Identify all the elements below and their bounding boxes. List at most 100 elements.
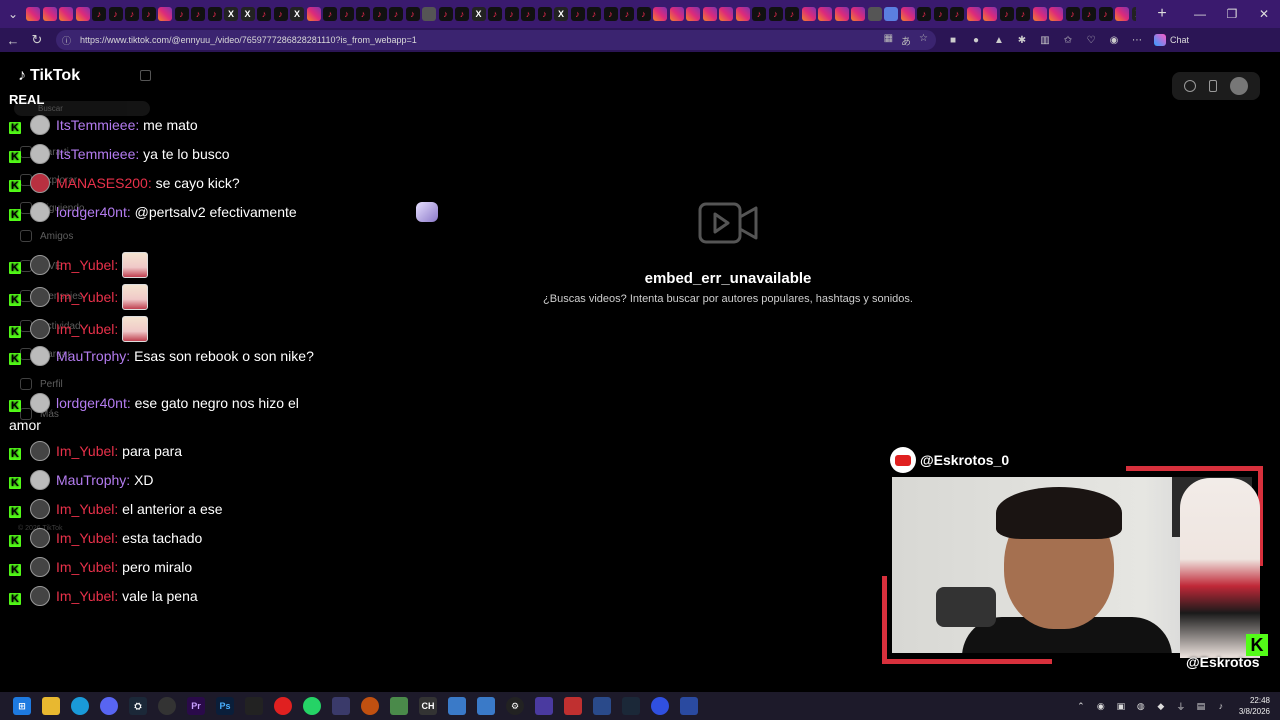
browser-tab-tiktok-icon[interactable]: ♪ — [191, 7, 205, 21]
tiktok-logo[interactable]: ♪ TikTok — [18, 67, 80, 85]
extension-icon[interactable]: ● — [969, 33, 983, 47]
browser-tab-instagram-icon[interactable] — [818, 7, 832, 21]
browser-tab-generic-icon[interactable] — [884, 7, 898, 21]
extension-icon[interactable]: ▲ — [992, 33, 1006, 47]
browser-tab-tiktok-icon[interactable]: ♪ — [339, 7, 354, 21]
browser-tab-x-icon[interactable]: X — [554, 7, 568, 21]
browser-tab-tiktok-icon[interactable]: ♪ — [356, 7, 370, 21]
browser-tab-tiktok-icon[interactable]: ♪ — [108, 7, 123, 21]
browser-tab-tiktok-icon[interactable]: ♪ — [125, 7, 139, 21]
browser-tab-tiktok-icon[interactable]: ♪ — [438, 7, 453, 21]
app-icon[interactable] — [361, 697, 379, 715]
browser-tab-tiktok-icon[interactable]: ♪ — [455, 7, 469, 21]
refresh-icon[interactable]: ↻ — [26, 28, 48, 52]
browser-tab-x-icon[interactable]: X — [471, 7, 486, 21]
tray-app-icon[interactable]: ▣ — [1115, 700, 1127, 712]
browser-tab-tiktok-icon[interactable]: ♪ — [273, 7, 288, 21]
browser-tab-instagram-icon[interactable] — [966, 7, 981, 21]
browser-tab-tiktok-icon[interactable]: ♪ — [405, 7, 420, 21]
browser-tab-tiktok-icon[interactable]: ♪ — [999, 7, 1014, 21]
minimize-icon[interactable]: — — [1184, 0, 1216, 28]
browser-tab-tiktok-icon[interactable]: ♪ — [917, 7, 931, 21]
whatsapp-icon[interactable] — [303, 697, 321, 715]
collections-icon[interactable]: ♡ — [1084, 33, 1098, 47]
notepad-icon[interactable] — [477, 697, 495, 715]
browser-tab-instagram-icon[interactable] — [983, 7, 997, 21]
edge-browser-icon[interactable] — [71, 697, 89, 715]
browser-tab-instagram-icon[interactable] — [669, 7, 684, 21]
browser-tab-generic-icon[interactable] — [422, 7, 436, 21]
profile-avatar[interactable]: ◉ — [1107, 33, 1121, 47]
browser-tab-tiktok-icon[interactable]: ♪ — [537, 7, 552, 21]
clock[interactable]: 22:48 3/8/2026 — [1239, 695, 1270, 717]
browser-tab-tiktok-icon[interactable]: ♪ — [174, 7, 189, 21]
translate-icon[interactable]: あ — [901, 33, 911, 48]
favorites-icon[interactable]: ✩ — [1061, 33, 1075, 47]
browser-tab-tiktok-icon[interactable]: ♪ — [207, 7, 222, 21]
browser-tab-instagram-icon[interactable] — [306, 7, 321, 21]
browser-tab-tiktok-icon[interactable]: ♪ — [389, 7, 403, 21]
browser-tab-instagram-icon[interactable] — [1032, 7, 1047, 21]
photoshop-icon[interactable]: Ps — [216, 697, 234, 715]
browser-tab-instagram-icon[interactable] — [900, 7, 915, 21]
browser-tab-tiktok-icon[interactable]: ♪ — [1082, 7, 1096, 21]
browser-tab-instagram-icon[interactable] — [686, 7, 700, 21]
steam-tray-icon[interactable]: ◆ — [1155, 700, 1167, 712]
device-icon[interactable] — [1208, 80, 1217, 92]
browser-tab-tiktok-icon[interactable]: ♪ — [785, 7, 799, 21]
browser-tab-instagram-icon[interactable] — [702, 7, 717, 21]
browser-tab-instagram-icon[interactable] — [735, 7, 750, 21]
browser-tab-tiktok-icon[interactable]: ♪ — [372, 7, 387, 21]
file-explorer-icon[interactable] — [42, 697, 60, 715]
microphone-tray-icon[interactable]: ⏚ — [1175, 700, 1187, 712]
browser-tab-instagram-icon[interactable] — [59, 7, 73, 21]
browser-tab-instagram-icon[interactable] — [1115, 7, 1129, 21]
discord-tray-icon[interactable]: ◍ — [1135, 700, 1147, 712]
browser-tab-instagram-icon[interactable] — [801, 7, 816, 21]
browser-tab-instagram-icon[interactable] — [719, 7, 733, 21]
app-icon[interactable] — [651, 697, 669, 715]
browser-tab-tiktok-icon[interactable]: ♪ — [323, 7, 337, 21]
browser-tab-tiktok-icon[interactable]: ♪ — [521, 7, 535, 21]
collapse-sidebar-icon[interactable] — [140, 70, 151, 81]
browser-tab-instagram-icon[interactable] — [1049, 7, 1063, 21]
app-icon[interactable] — [448, 697, 466, 715]
browser-tab-tiktok-icon[interactable]: ♪ — [257, 7, 271, 21]
browser-tab-tiktok-icon[interactable]: ♪ — [620, 7, 634, 21]
browser-tab-tiktok-icon[interactable]: ♪ — [933, 7, 948, 21]
browser-tab-instagram-icon[interactable] — [851, 7, 865, 21]
obs-icon[interactable] — [158, 697, 176, 715]
favorite-star-icon[interactable]: ☆ — [919, 33, 928, 48]
maximize-icon[interactable]: ❐ — [1216, 0, 1248, 28]
capcut-icon[interactable] — [245, 697, 263, 715]
copilot-chat-button[interactable]: Chat — [1154, 34, 1189, 46]
browser-tab-instagram-icon[interactable] — [653, 7, 667, 21]
browser-tab-x-icon[interactable]: X — [224, 7, 238, 21]
browser-tab-instagram-icon[interactable] — [75, 7, 90, 21]
coins-icon[interactable] — [1184, 80, 1197, 92]
browser-tab-x-icon[interactable]: X — [240, 7, 255, 21]
browser-tab-tiktok-icon[interactable]: ♪ — [488, 7, 502, 21]
browser-tab-generic-icon[interactable] — [867, 7, 882, 21]
volume-icon[interactable]: ♪ — [1215, 700, 1227, 712]
browser-tab-tiktok-icon[interactable]: ♪ — [1065, 7, 1080, 21]
app-icon[interactable] — [332, 697, 350, 715]
app-icon[interactable] — [593, 697, 611, 715]
browser-tab-x-icon[interactable]: X — [1131, 7, 1136, 21]
premiere-pro-icon[interactable]: Pr — [187, 697, 205, 715]
back-icon[interactable]: ← — [2, 28, 24, 52]
network-icon[interactable]: ▤ — [1195, 700, 1207, 712]
site-info-icon[interactable]: ⓘ — [62, 34, 74, 47]
app-icon[interactable] — [390, 697, 408, 715]
app-icon[interactable] — [680, 697, 698, 715]
app-icon[interactable] — [564, 697, 582, 715]
extensions-puzzle-icon[interactable]: ✱ — [1015, 33, 1029, 47]
user-avatar[interactable] — [1229, 77, 1248, 95]
app-available-icon[interactable]: ▦ — [884, 33, 893, 48]
chrome-tray-icon[interactable]: ◉ — [1095, 700, 1107, 712]
browser-tab-tiktok-icon[interactable]: ♪ — [587, 7, 601, 21]
extension-icon[interactable]: ■ — [946, 33, 960, 47]
browser-tab-tiktok-icon[interactable]: ♪ — [92, 7, 106, 21]
new-tab-button[interactable]: + — [1150, 5, 1174, 23]
show-hidden-icons-icon[interactable]: ⌃ — [1075, 700, 1087, 712]
